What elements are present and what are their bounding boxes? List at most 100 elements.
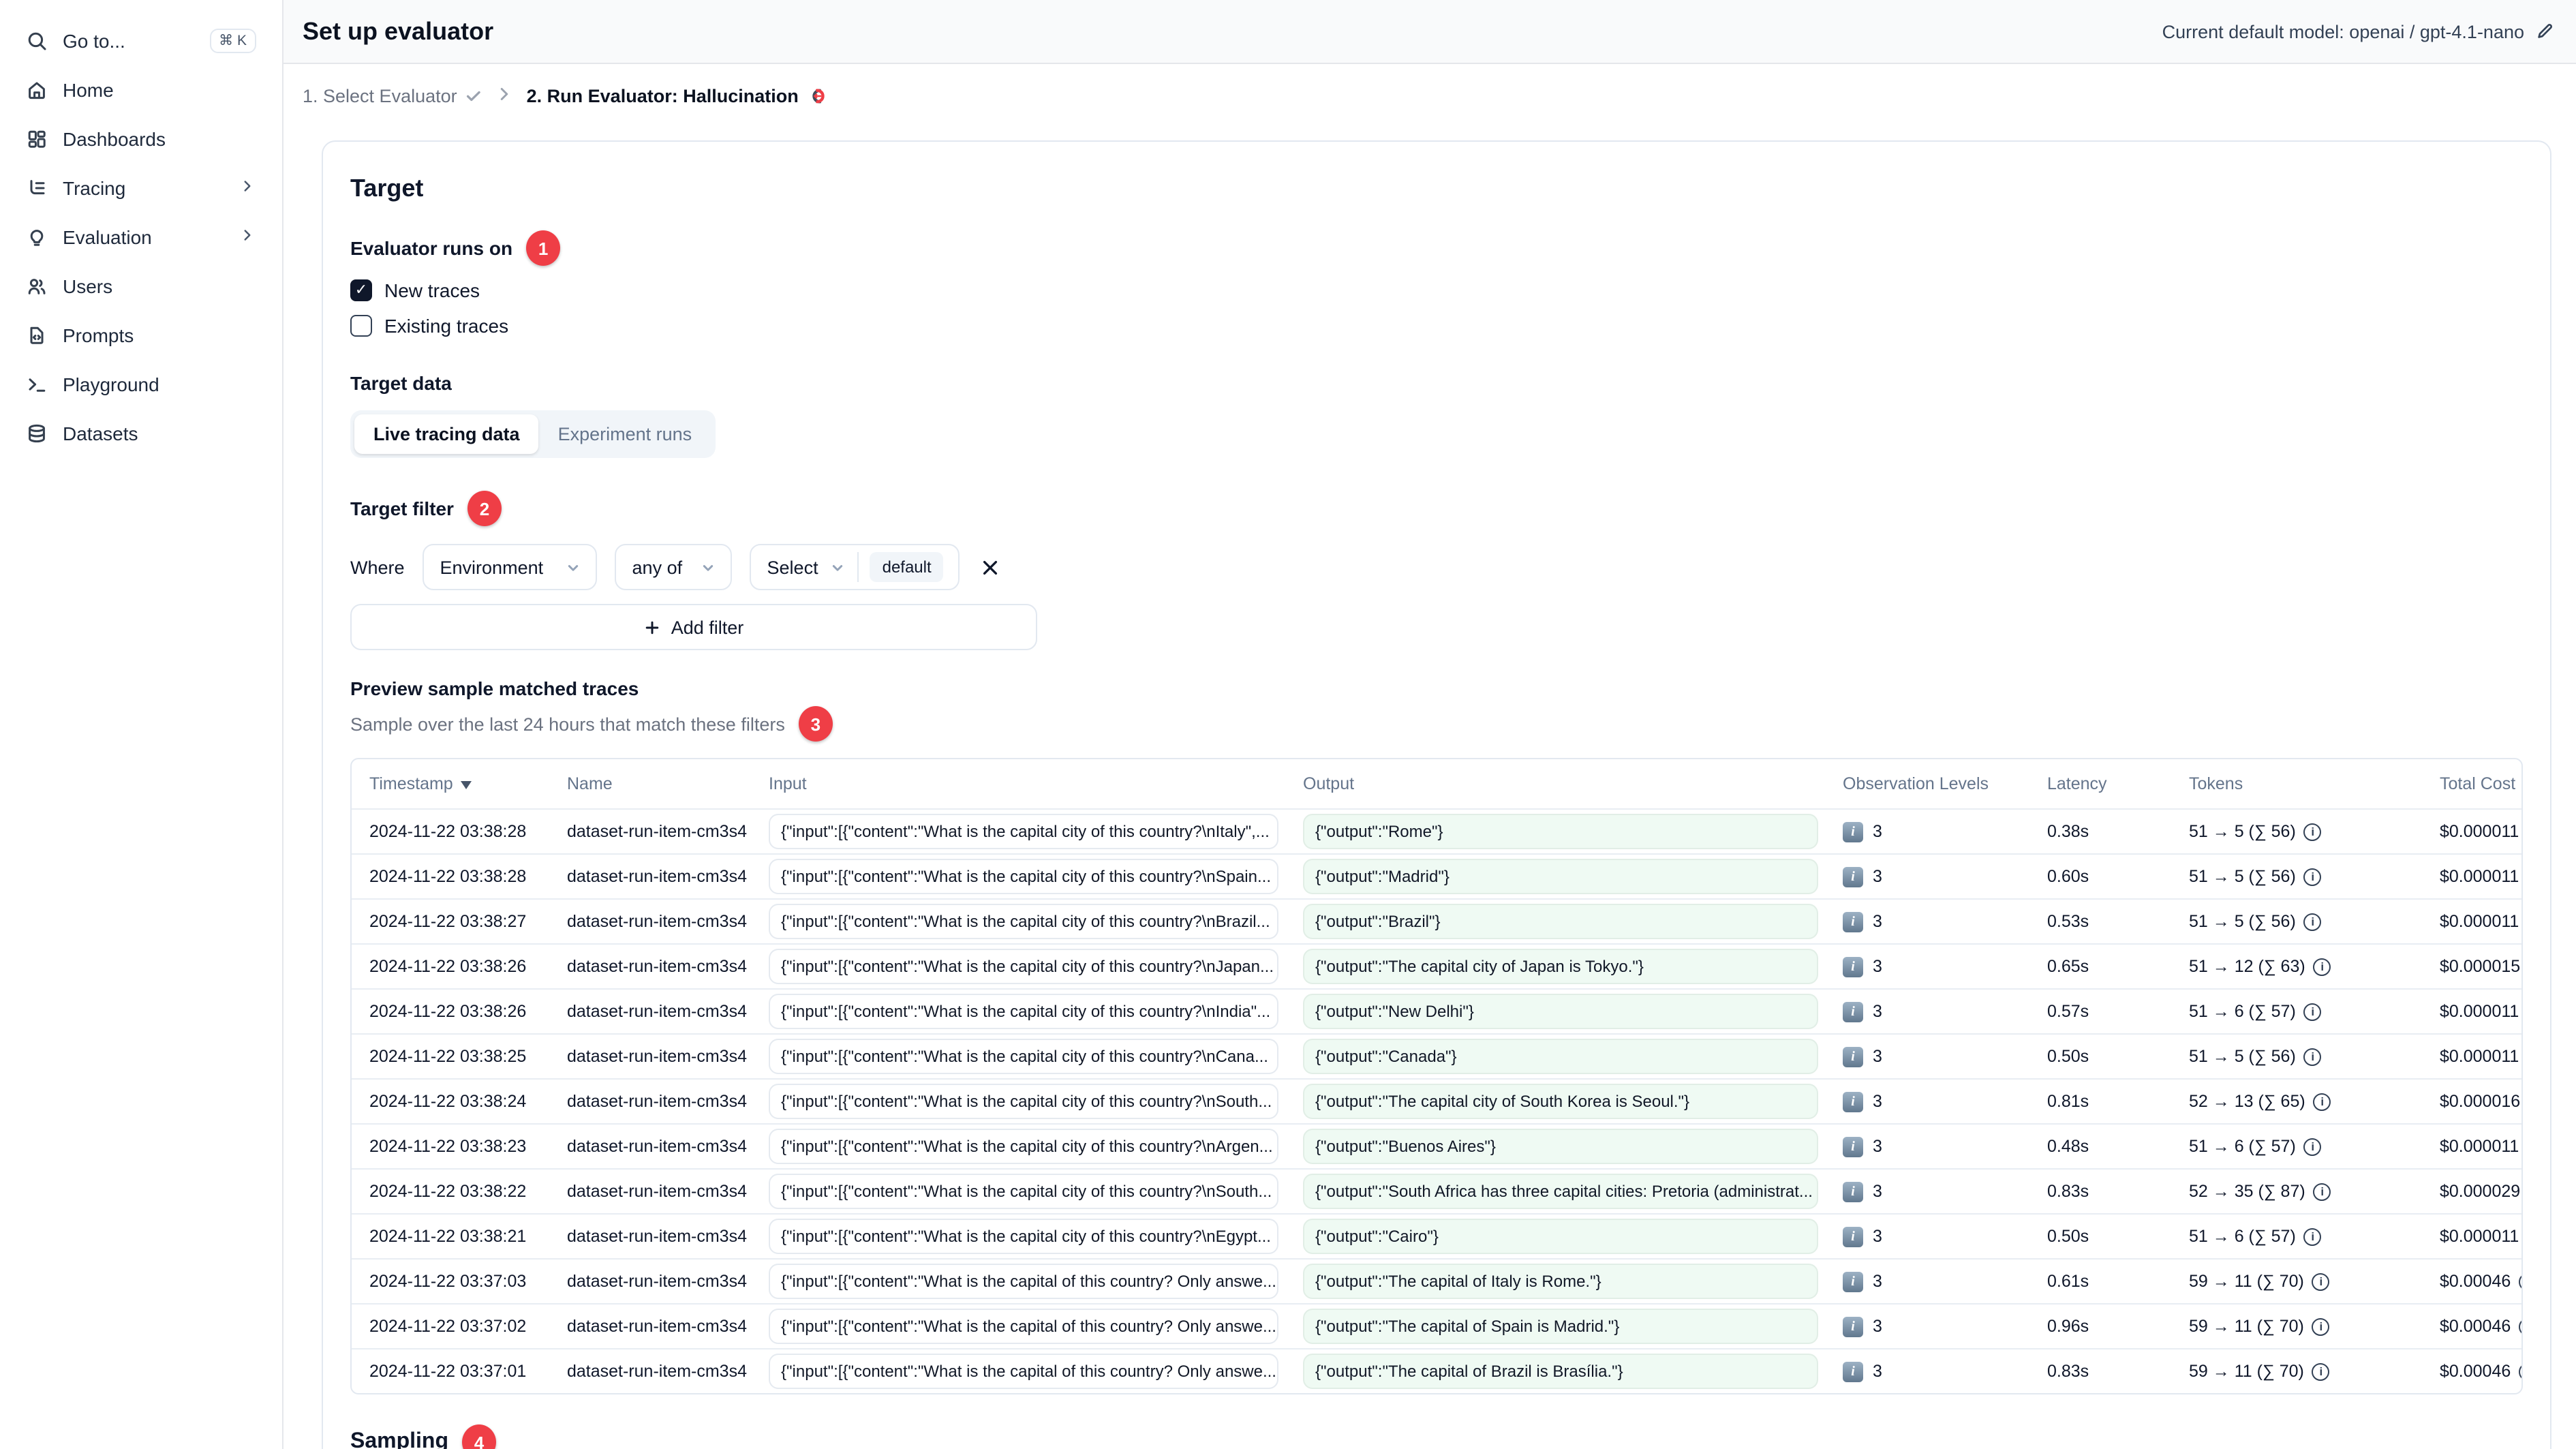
cell-output[interactable]: {"output":"Madrid"}	[1292, 859, 1832, 894]
table-row[interactable]: 2024-11-22 03:38:23 dataset-run-item-cm3…	[352, 1123, 2521, 1168]
cell-input[interactable]: {"input":[{"content":"What is the capita…	[758, 859, 1292, 894]
column-header-latency[interactable]: Latency	[2036, 774, 2178, 793]
cell-output[interactable]: {"output":"Cairo"}	[1292, 1219, 1832, 1254]
table-row[interactable]: 2024-11-22 03:38:22 dataset-run-item-cm3…	[352, 1168, 2521, 1213]
filter-value-select[interactable]: Select default	[749, 544, 960, 590]
info-circle-icon[interactable]: i	[2303, 823, 2322, 840]
sidebar-item-evaluation[interactable]: Evaluation	[14, 213, 269, 262]
tab-experiment-runs[interactable]: Experiment runs	[539, 414, 711, 454]
sidebar-item-playground[interactable]: Playground	[14, 360, 269, 409]
filter-builder-row: Where Environment any of Select default	[350, 544, 1037, 590]
cell-latency: 0.83s	[2047, 1362, 2089, 1381]
column-header-output[interactable]: Output	[1292, 774, 1832, 793]
remove-filter-button[interactable]	[977, 554, 1003, 580]
table-row[interactable]: 2024-11-22 03:38:26 dataset-run-item-cm3…	[352, 943, 2521, 988]
cell-timestamp: 2024-11-22 03:37:01	[369, 1362, 527, 1381]
cell-latency: 0.50s	[2047, 1227, 2089, 1246]
cell-input[interactable]: {"input":[{"content":"What is the capita…	[758, 949, 1292, 984]
tab-live-tracing-data[interactable]: Live tracing data	[354, 414, 539, 454]
table-row[interactable]: 2024-11-22 03:38:26 dataset-run-item-cm3…	[352, 988, 2521, 1033]
cell-output[interactable]: {"output":"Canada"}	[1292, 1039, 1832, 1074]
cell-output[interactable]: {"output":"The capital city of Japan is …	[1292, 949, 1832, 984]
filter-field-value: Environment	[440, 557, 544, 577]
search-icon	[28, 32, 46, 50]
sidebar-item-home[interactable]: Home	[14, 65, 269, 115]
cell-output[interactable]: {"output":"Rome"}	[1292, 814, 1832, 849]
cell-input[interactable]: {"input":[{"content":"What is the capita…	[758, 1039, 1292, 1074]
info-circle-icon[interactable]: i	[2313, 1093, 2331, 1110]
cell-input[interactable]: {"input":[{"content":"What is the capita…	[758, 814, 1292, 849]
new-traces-checkbox[interactable]	[350, 279, 372, 301]
column-header-tokens[interactable]: Tokens	[2178, 774, 2429, 793]
column-header-total-cost[interactable]: Total Cost	[2429, 774, 2521, 793]
info-circle-icon[interactable]: i	[2519, 1317, 2521, 1335]
cell-input[interactable]: {"input":[{"content":"What is the capita…	[758, 1129, 1292, 1164]
info-circle-icon[interactable]: i	[2313, 1183, 2331, 1200]
info-badge-icon: i	[1843, 1271, 1863, 1292]
info-circle-icon[interactable]: i	[2312, 1362, 2330, 1380]
info-circle-icon[interactable]: i	[2303, 1138, 2322, 1155]
cell-input[interactable]: {"input":[{"content":"What is the capita…	[758, 904, 1292, 939]
cell-input[interactable]: {"input":[{"content":"What is the capita…	[758, 1174, 1292, 1209]
cell-input[interactable]: {"input":[{"content":"What is the capita…	[758, 1354, 1292, 1389]
cell-total-cost: $0.000011i	[2429, 1047, 2521, 1066]
column-header-timestamp[interactable]: Timestamp	[352, 774, 556, 793]
filter-field-select[interactable]: Environment	[422, 544, 597, 590]
add-filter-button[interactable]: Add filter	[350, 604, 1037, 650]
cell-output[interactable]: {"output":"The capital of Italy is Rome.…	[1292, 1264, 1832, 1299]
selected-value-chip: default	[870, 552, 944, 582]
cell-output[interactable]: {"output":"The capital city of South Kor…	[1292, 1084, 1832, 1119]
sidebar-item-datasets[interactable]: Datasets	[14, 409, 269, 458]
column-header-name[interactable]: Name	[556, 774, 758, 793]
input-json: {"input":[{"content":"What is the capita…	[769, 1354, 1278, 1389]
info-circle-icon[interactable]: i	[2519, 1272, 2521, 1290]
cell-output[interactable]: {"output":"Brazil"}	[1292, 904, 1832, 939]
table-row[interactable]: 2024-11-22 03:38:21 dataset-run-item-cm3…	[352, 1213, 2521, 1258]
column-header-input[interactable]: Input	[758, 774, 1292, 793]
info-circle-icon[interactable]: i	[2303, 913, 2322, 930]
cell-output[interactable]: {"output":"Buenos Aires"}	[1292, 1129, 1832, 1164]
table-row[interactable]: 2024-11-22 03:38:25 dataset-run-item-cm3…	[352, 1033, 2521, 1078]
sidebar-item-dashboards[interactable]: Dashboards	[14, 115, 269, 164]
cell-input[interactable]: {"input":[{"content":"What is the capita…	[758, 1219, 1292, 1254]
cell-timestamp: 2024-11-22 03:37:02	[369, 1317, 527, 1336]
cell-input[interactable]: {"input":[{"content":"What is the capita…	[758, 994, 1292, 1029]
table-row[interactable]: 2024-11-22 03:38:28 dataset-run-item-cm3…	[352, 808, 2521, 853]
info-circle-icon[interactable]: i	[2303, 1048, 2322, 1065]
input-json: {"input":[{"content":"What is the capita…	[769, 1264, 1278, 1299]
table-row[interactable]: 2024-11-22 03:37:02 dataset-run-item-cm3…	[352, 1303, 2521, 1348]
pencil-icon[interactable]	[2535, 22, 2554, 41]
table-row[interactable]: 2024-11-22 03:38:24 dataset-run-item-cm3…	[352, 1078, 2521, 1123]
sidebar-item-tracing[interactable]: Tracing	[14, 164, 269, 213]
output-json: {"output":"Brazil"}	[1303, 904, 1818, 939]
cell-latency: 0.83s	[2047, 1182, 2089, 1201]
cell-output[interactable]: {"output":"The capital of Brazil is Bras…	[1292, 1354, 1832, 1389]
goto-search[interactable]: Go to... ⌘ K	[14, 16, 269, 65]
breadcrumb-step-1[interactable]: 1. Select Evaluator	[303, 86, 483, 106]
cell-input[interactable]: {"input":[{"content":"What is the capita…	[758, 1084, 1292, 1119]
cell-total-cost: $0.000011i	[2429, 1227, 2521, 1246]
info-circle-icon[interactable]: i	[2312, 1317, 2330, 1335]
sidebar-item-users[interactable]: Users	[14, 262, 269, 311]
cell-output[interactable]: {"output":"New Delhi"}	[1292, 994, 1832, 1029]
table-row[interactable]: 2024-11-22 03:37:03 dataset-run-item-cm3…	[352, 1258, 2521, 1303]
info-circle-icon[interactable]: i	[2519, 1362, 2521, 1380]
info-circle-icon[interactable]: i	[2303, 868, 2322, 885]
table-row[interactable]: 2024-11-22 03:38:27 dataset-run-item-cm3…	[352, 898, 2521, 943]
info-circle-icon[interactable]: i	[2303, 1003, 2322, 1020]
cell-output[interactable]: {"output":"The capital of Spain is Madri…	[1292, 1309, 1832, 1344]
existing-traces-checkbox[interactable]	[350, 315, 372, 337]
info-circle-icon[interactable]: i	[2303, 1227, 2322, 1245]
table-row[interactable]: 2024-11-22 03:38:28 dataset-run-item-cm3…	[352, 853, 2521, 898]
info-circle-icon[interactable]: i	[2312, 1272, 2330, 1290]
filter-operator-select[interactable]: any of	[614, 544, 732, 590]
default-model-control[interactable]: Current default model: openai / gpt-4.1-…	[2162, 21, 2554, 42]
cell-input[interactable]: {"input":[{"content":"What is the capita…	[758, 1309, 1292, 1344]
table-row[interactable]: 2024-11-22 03:37:01 dataset-run-item-cm3…	[352, 1348, 2521, 1393]
info-circle-icon[interactable]: i	[2313, 958, 2331, 975]
cell-input[interactable]: {"input":[{"content":"What is the capita…	[758, 1264, 1292, 1299]
cell-output[interactable]: {"output":"South Africa has three capita…	[1292, 1174, 1832, 1209]
column-header-observation-levels[interactable]: Observation Levels	[1832, 774, 2036, 793]
sidebar-item-prompts[interactable]: Prompts	[14, 311, 269, 360]
sidebar-item-label: Prompts	[63, 324, 134, 346]
